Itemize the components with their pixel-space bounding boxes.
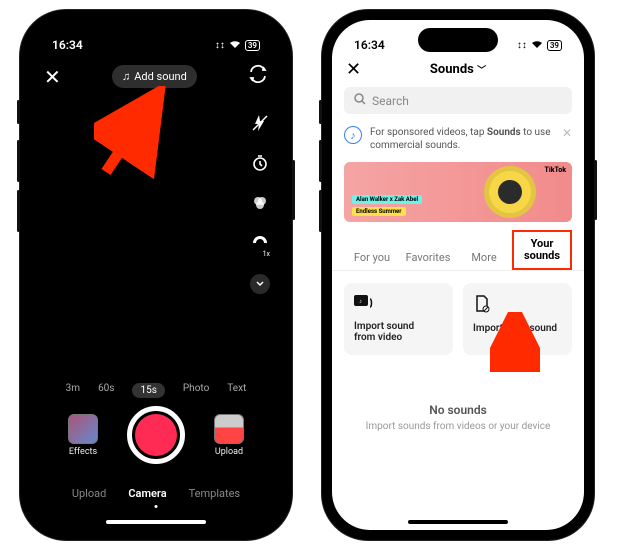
duration-3m[interactable]: 3m	[66, 383, 80, 398]
duration-text[interactable]: Text	[227, 383, 246, 398]
duration-selector[interactable]: 3m 60s 15s Photo Text	[30, 383, 282, 398]
tab-favorites[interactable]: Favorites	[400, 245, 456, 270]
effects-label: Effects	[69, 447, 97, 457]
upload-button[interactable]: Upload	[211, 414, 247, 457]
record-inner	[135, 414, 177, 456]
chevron-down-icon: ﹀	[477, 66, 486, 76]
annotation-arrow-addsound	[94, 86, 174, 181]
search-input[interactable]: Search	[344, 87, 572, 114]
effects-button[interactable]: Effects	[65, 414, 101, 457]
battery-icon: 39	[245, 40, 260, 51]
status-time: 16:34	[52, 38, 83, 52]
duration-photo[interactable]: Photo	[183, 383, 209, 398]
flip-camera-icon[interactable]	[248, 64, 268, 89]
close-button[interactable]: ✕	[44, 65, 61, 89]
notch	[116, 28, 196, 52]
signal-icon: ↕↕	[517, 40, 527, 51]
phone-camera: 16:34 ↕↕ 39 ✕ ♫ Add sound	[20, 10, 292, 540]
home-indicator[interactable]	[408, 520, 508, 524]
upload-label: Upload	[215, 447, 243, 457]
camera-screen: 16:34 ↕↕ 39 ✕ ♫ Add sound	[30, 20, 282, 530]
status-right: ↕↕ 39	[517, 39, 562, 52]
mode-upload[interactable]: Upload	[72, 487, 106, 500]
no-sounds-title: No sounds	[332, 403, 584, 417]
no-sounds-subtitle: Import sounds from videos or your device	[332, 421, 584, 432]
speed-icon[interactable]: 1x	[251, 234, 269, 256]
effects-thumbnail	[68, 414, 98, 444]
sounds-header: ✕ Sounds ﹀	[332, 58, 584, 81]
search-icon	[354, 93, 366, 108]
tab-more[interactable]: More	[456, 245, 512, 270]
sounds-screen: 16:34 ↕↕ 39 ✕ Sounds ﹀	[332, 20, 584, 530]
svg-text:♪: ♪	[359, 298, 362, 305]
home-indicator[interactable]	[106, 520, 206, 524]
flash-icon[interactable]	[251, 114, 269, 136]
mode-templates[interactable]: Templates	[189, 487, 240, 500]
tab-your-sounds[interactable]: Your sounds	[512, 230, 572, 270]
wifi-icon	[229, 39, 241, 52]
expand-tools-button[interactable]	[250, 274, 270, 294]
banner-artist: Alan Walker x Zak Abel	[352, 195, 422, 204]
tiktok-logo-text: TikTok	[544, 166, 566, 174]
search-placeholder: Search	[372, 94, 409, 108]
commercial-info-strip: ♪ For sponsored videos, tap Sounds to us…	[332, 120, 584, 158]
sounds-title[interactable]: Sounds ﹀	[430, 62, 486, 77]
upload-thumbnail	[214, 414, 244, 444]
duration-60s[interactable]: 60s	[98, 383, 114, 398]
notch	[418, 28, 498, 52]
mode-indicator-dot	[155, 505, 158, 508]
status-time: 16:34	[354, 38, 385, 52]
banner-track: Endless Summer	[352, 207, 406, 216]
add-sound-button[interactable]: ♫ Add sound	[112, 65, 197, 88]
video-music-icon: ♪	[354, 295, 443, 315]
status-right: ↕↕ 39	[215, 39, 260, 52]
record-button[interactable]	[127, 406, 185, 464]
camera-side-tools: 1x	[250, 114, 270, 294]
add-sound-label: Add sound	[134, 70, 187, 83]
close-button[interactable]: ✕	[346, 59, 361, 80]
music-note-icon: ♫	[122, 70, 130, 83]
annotation-arrow-importlocal	[490, 312, 540, 372]
info-text: For sponsored videos, tap Sounds to use …	[370, 126, 554, 152]
dismiss-info-button[interactable]: ✕	[562, 126, 572, 140]
banner-art	[484, 166, 536, 218]
promo-banner[interactable]: TikTok Alan Walker x Zak Abel Endless Su…	[344, 162, 572, 222]
signal-icon: ↕↕	[215, 40, 225, 51]
sounds-tabs: For you Favorites More Your sounds	[332, 230, 584, 271]
battery-icon: 39	[547, 40, 562, 51]
info-icon: ♪	[344, 126, 362, 144]
mode-camera[interactable]: Camera	[128, 487, 166, 500]
mode-selector[interactable]: Upload Camera Templates	[30, 487, 282, 500]
filters-icon[interactable]	[251, 194, 269, 216]
tab-for-you[interactable]: For you	[344, 245, 400, 270]
timer-icon[interactable]	[251, 154, 269, 176]
wifi-icon	[531, 39, 543, 52]
phone-sounds: 16:34 ↕↕ 39 ✕ Sounds ﹀	[322, 10, 594, 540]
import-from-video-button[interactable]: ♪ Import sound from video	[344, 283, 453, 355]
duration-15s[interactable]: 15s	[132, 383, 164, 398]
